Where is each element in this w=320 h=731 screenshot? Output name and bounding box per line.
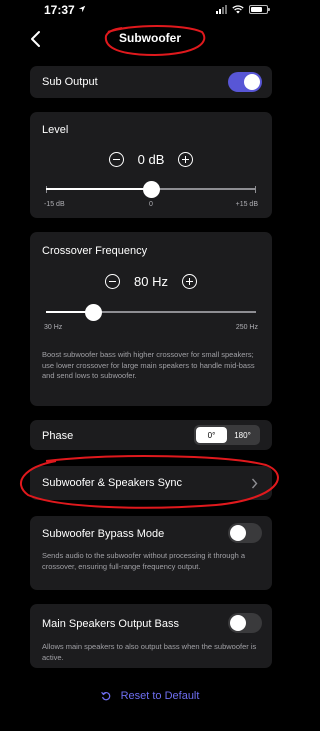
cellular-signal-icon xyxy=(216,5,227,14)
level-value: 0 dB xyxy=(137,152,165,167)
wifi-icon xyxy=(232,5,244,14)
crossover-min-label: 30 Hz xyxy=(44,324,63,331)
crossover-increase-button[interactable] xyxy=(181,274,197,289)
main-bass-description: Allows main speakers to also output bass… xyxy=(42,642,257,662)
main-bass-label: Main Speakers Output Bass xyxy=(42,618,179,630)
level-mid-label: 0 xyxy=(149,201,153,208)
status-time: 17:37 xyxy=(44,3,75,17)
level-slider-thumb[interactable] xyxy=(142,180,160,198)
status-indicators xyxy=(216,5,270,14)
sync-annotation-circle xyxy=(20,455,279,509)
reset-to-default-button[interactable]: Reset to Default xyxy=(0,690,300,702)
level-slider[interactable] xyxy=(46,180,256,198)
level-label: Level xyxy=(42,124,69,136)
bypass-toggle[interactable] xyxy=(228,523,262,543)
level-decrease-button[interactable] xyxy=(108,152,124,167)
sub-output-row: Sub Output xyxy=(30,66,272,98)
status-bar: 17:37 xyxy=(0,0,300,22)
phase-segmented-control: 0° 180° xyxy=(194,425,260,445)
bypass-description: Sends audio to the subwoofer without pro… xyxy=(42,551,246,571)
level-card: Level 0 dB -15 dB 0 +15 dB xyxy=(30,112,272,218)
sub-output-toggle[interactable] xyxy=(228,72,262,92)
level-tick-max xyxy=(255,185,256,193)
battery-icon xyxy=(249,5,270,14)
phase-option-0[interactable]: 0° xyxy=(196,427,227,443)
crossover-card: Crossover Frequency 80 Hz 30 Hz 250 Hz B… xyxy=(30,232,272,406)
level-stepper: 0 dB xyxy=(30,152,272,167)
crossover-decrease-button[interactable] xyxy=(105,274,121,289)
crossover-max-label: 250 Hz xyxy=(235,324,258,331)
level-min-label: -15 dB xyxy=(44,201,65,208)
level-max-label: +15 dB xyxy=(235,201,258,208)
sub-output-label: Sub Output xyxy=(42,76,98,88)
reset-arrow-icon xyxy=(100,691,110,701)
bypass-label: Subwoofer Bypass Mode xyxy=(42,528,165,540)
crossover-slider[interactable] xyxy=(46,303,256,321)
crossover-stepper: 80 Hz xyxy=(30,274,272,289)
phase-row: Phase 0° 180° xyxy=(30,420,272,450)
crossover-description: Boost subwoofer bass with higher crossov… xyxy=(42,350,255,380)
crossover-value: 80 Hz xyxy=(134,274,168,289)
bypass-card: Subwoofer Bypass Mode Sends audio to the… xyxy=(30,516,272,590)
reset-label: Reset to Default xyxy=(120,690,200,702)
title-annotation-circle xyxy=(104,25,206,57)
level-increase-button[interactable] xyxy=(178,152,194,167)
crossover-label: Crossover Frequency xyxy=(42,245,148,257)
phase-option-180[interactable]: 180° xyxy=(227,427,258,443)
subwoofer-screen: 17:37 Subwoofer Sub Output Level 0 dB -1… xyxy=(0,0,300,731)
main-bass-card: Main Speakers Output Bass Allows main sp… xyxy=(30,604,272,668)
location-arrow-icon xyxy=(78,5,86,13)
level-slider-fill xyxy=(46,188,151,190)
main-bass-toggle[interactable] xyxy=(228,613,262,633)
nav-header: Subwoofer xyxy=(0,22,300,58)
phase-label: Phase xyxy=(42,430,74,442)
crossover-slider-thumb[interactable] xyxy=(85,303,103,321)
